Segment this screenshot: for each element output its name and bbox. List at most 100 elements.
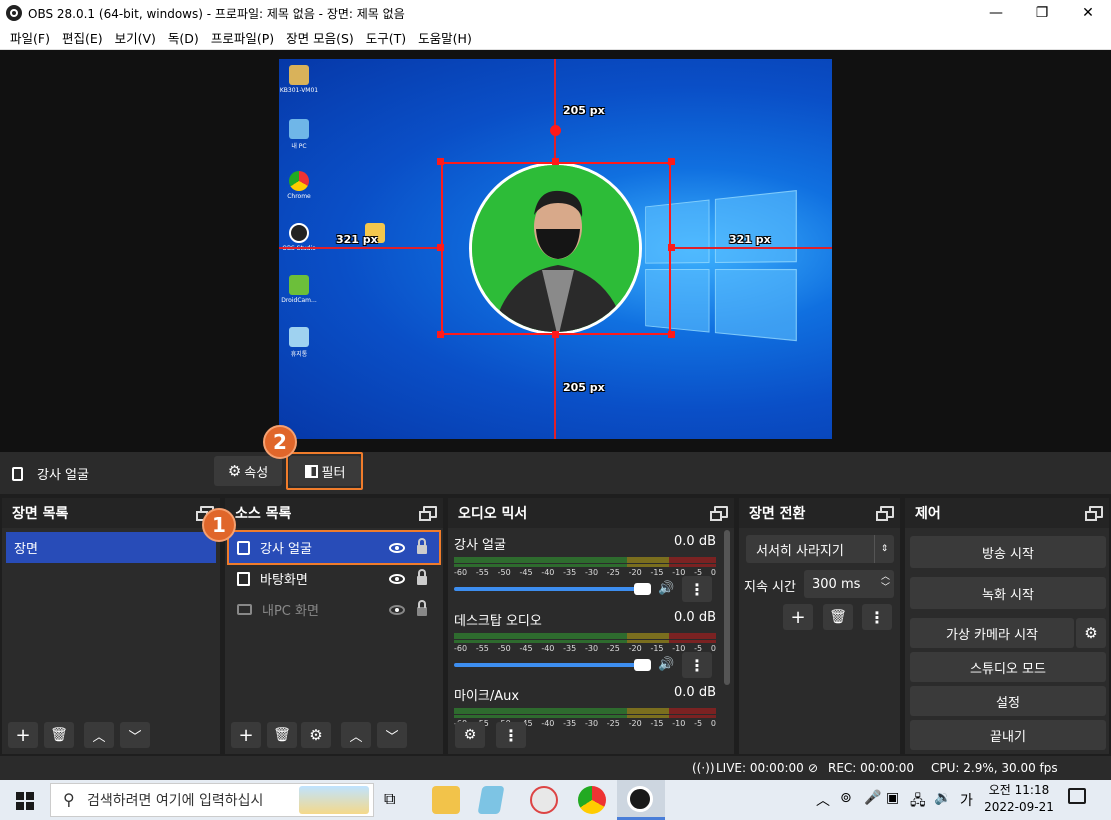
distance-right-label: 321 px bbox=[729, 233, 771, 246]
remove-scene-button[interactable]: 🗑 bbox=[44, 722, 74, 748]
menu-file[interactable]: 파일(F) bbox=[4, 28, 56, 47]
minimize-button[interactable]: — bbox=[973, 0, 1019, 26]
tray-screen-icon[interactable]: ▣ bbox=[886, 790, 899, 806]
mixer-channel-face: 강사 얼굴 0.0 dB -60 -55 -50 -45 -40 -35 -30 -25 -20-… bbox=[454, 534, 716, 597]
desktop-icon-droidcam: DroidCam... bbox=[279, 275, 319, 304]
audio-mixer-dock: 오디오 믹서 강사 얼굴 0.0 dB -60 -55 -50 -45 -40 -35 -30… bbox=[448, 498, 734, 754]
studio-mode-button[interactable]: 스튜디오 모드 bbox=[910, 652, 1106, 682]
tray-network-icon[interactable]: 🖧 bbox=[910, 790, 926, 814]
resize-handle-right[interactable] bbox=[668, 244, 675, 251]
transition-select[interactable]: 서서히 사라지기 ⇕ bbox=[746, 535, 894, 563]
windows-start-icon[interactable] bbox=[16, 792, 34, 810]
menu-scene-collection[interactable]: 장면 모음(S) bbox=[280, 28, 360, 47]
chrome-icon[interactable] bbox=[578, 786, 606, 814]
scene-down-button[interactable]: ﹀ bbox=[120, 722, 150, 748]
source-up-button[interactable]: ︿ bbox=[341, 722, 371, 748]
menu-dock[interactable]: 독(D) bbox=[162, 28, 205, 47]
obs-taskbar-active[interactable] bbox=[617, 780, 665, 820]
clock[interactable]: 오전 11:18 2022-09-21 bbox=[982, 782, 1056, 816]
source-item-face[interactable]: 강사 얼굴 bbox=[227, 530, 441, 565]
undock-icon[interactable] bbox=[876, 506, 894, 521]
remove-transition-button[interactable]: 🗑 bbox=[823, 604, 853, 630]
advanced-audio-button[interactable]: ⚙ bbox=[455, 722, 485, 748]
selection-box[interactable] bbox=[441, 162, 671, 335]
speaker-icon[interactable]: 🔊 bbox=[658, 581, 674, 596]
channel-menu-button[interactable]: ⋮ bbox=[682, 652, 712, 678]
tray-camera-icon[interactable]: ⊚ bbox=[840, 790, 852, 806]
transition-menu-button[interactable]: ⋮ bbox=[862, 604, 892, 630]
filters-highlight bbox=[286, 452, 363, 490]
source-toolbar: 강사 얼굴 bbox=[0, 452, 1111, 494]
file-explorer-icon[interactable] bbox=[432, 786, 460, 814]
source-item-desktop[interactable]: 바탕화면 bbox=[229, 563, 439, 594]
maximize-button[interactable]: ❐ bbox=[1019, 0, 1065, 26]
resize-handle-top[interactable] bbox=[552, 158, 559, 165]
undock-icon[interactable] bbox=[419, 506, 437, 521]
tray-microphone-icon[interactable]: 🎤 bbox=[864, 790, 881, 806]
settings-button[interactable]: 설정 bbox=[910, 686, 1106, 716]
hidden-eye-icon[interactable] bbox=[389, 604, 405, 615]
lock-icon[interactable] bbox=[417, 569, 427, 585]
properties-button[interactable]: ⚙ 속성 bbox=[214, 456, 282, 486]
resize-handle-bottom[interactable] bbox=[552, 331, 559, 338]
close-button[interactable]: ✕ bbox=[1065, 0, 1111, 26]
volume-slider[interactable]: 🔊 bbox=[454, 581, 674, 597]
ime-indicator[interactable]: 가 bbox=[960, 790, 973, 810]
speaker-icon[interactable]: 🔊 bbox=[658, 657, 674, 672]
snipping-tool-icon[interactable] bbox=[530, 786, 558, 814]
menu-edit[interactable]: 편집(E) bbox=[56, 28, 109, 47]
scene-up-button[interactable]: ︿ bbox=[84, 722, 114, 748]
updown-icon: ⇕ bbox=[874, 535, 894, 563]
resize-handle-bottom-right[interactable] bbox=[668, 331, 675, 338]
menu-help[interactable]: 도움말(H) bbox=[412, 28, 478, 47]
windows-taskbar: ⚲ 검색하려면 여기에 입력하십시 ⧉ ︿ ⊚ 🎤 ▣ 🖧 🔉 가 오전 11:… bbox=[0, 780, 1111, 820]
obs-app-icon bbox=[6, 5, 22, 21]
volume-meter bbox=[454, 557, 716, 563]
desktop-icon-user: KB301-VM01 bbox=[279, 65, 319, 94]
lock-icon[interactable] bbox=[417, 538, 427, 554]
notification-icon[interactable] bbox=[1068, 788, 1086, 804]
volume-slider[interactable]: 🔊 bbox=[454, 657, 674, 673]
visibility-eye-icon[interactable] bbox=[389, 573, 405, 584]
add-source-button[interactable]: + bbox=[231, 722, 261, 748]
tray-chevron-up-icon[interactable]: ︿ bbox=[816, 790, 830, 810]
resize-handle-top-right[interactable] bbox=[668, 158, 675, 165]
add-transition-button[interactable]: + bbox=[783, 604, 813, 630]
start-streaming-button[interactable]: 방송 시작 bbox=[910, 536, 1106, 568]
spin-arrows-icon[interactable]: ︿ ﹀ bbox=[881, 572, 890, 594]
channel-menu-button[interactable]: ⋮ bbox=[682, 576, 712, 602]
resize-handle-top-left[interactable] bbox=[437, 158, 444, 165]
lock-icon[interactable] bbox=[417, 600, 427, 616]
start-recording-button[interactable]: 녹화 시작 bbox=[910, 577, 1106, 609]
scene-item[interactable]: 장면 bbox=[6, 532, 216, 563]
resize-handle-bottom-left[interactable] bbox=[437, 331, 444, 338]
virtual-camera-settings-button[interactable]: ⚙ bbox=[1076, 618, 1106, 648]
menu-tools[interactable]: 도구(T) bbox=[360, 28, 412, 47]
menu-profile[interactable]: 프로파일(P) bbox=[205, 28, 280, 47]
add-scene-button[interactable]: + bbox=[8, 722, 38, 748]
mixer-scrollbar[interactable] bbox=[724, 530, 730, 685]
source-item-mypc[interactable]: 내PC 화면 bbox=[229, 594, 439, 625]
undock-icon[interactable] bbox=[1085, 506, 1103, 521]
visibility-eye-icon[interactable] bbox=[389, 542, 405, 553]
guide-bottom bbox=[554, 335, 556, 439]
undock-icon[interactable] bbox=[710, 506, 728, 521]
resize-handle-left[interactable] bbox=[437, 244, 444, 251]
tray-volume-icon[interactable]: 🔉 bbox=[934, 790, 951, 806]
exit-button[interactable]: 끝내기 bbox=[910, 720, 1106, 750]
notepad-icon[interactable] bbox=[477, 786, 505, 814]
desktop-icon-recycle-bin: 휴지통 bbox=[279, 327, 319, 358]
cpu-fps: CPU: 2.9%, 30.00 fps bbox=[931, 761, 1058, 775]
mixer-channel-mic: 마이크/Aux0.0 dB -60-55-50-45-40-35-30-25-2… bbox=[454, 685, 716, 728]
start-virtual-camera-button[interactable]: 가상 카메라 시작 bbox=[910, 618, 1074, 648]
source-down-button[interactable]: ﹀ bbox=[377, 722, 407, 748]
mixer-menu-button[interactable]: ⋮ bbox=[496, 722, 526, 748]
guide-right bbox=[671, 247, 832, 249]
taskbar-search-box[interactable]: ⚲ 검색하려면 여기에 입력하십시 bbox=[50, 783, 374, 817]
rotate-handle[interactable] bbox=[550, 125, 561, 136]
menu-view[interactable]: 보기(V) bbox=[109, 28, 162, 47]
remove-source-button[interactable]: 🗑 bbox=[267, 722, 297, 748]
duration-spinbox[interactable]: 300 ms ︿ ﹀ bbox=[804, 570, 894, 598]
source-properties-button[interactable]: ⚙ bbox=[301, 722, 331, 748]
task-view-icon[interactable]: ⧉ bbox=[384, 789, 395, 809]
